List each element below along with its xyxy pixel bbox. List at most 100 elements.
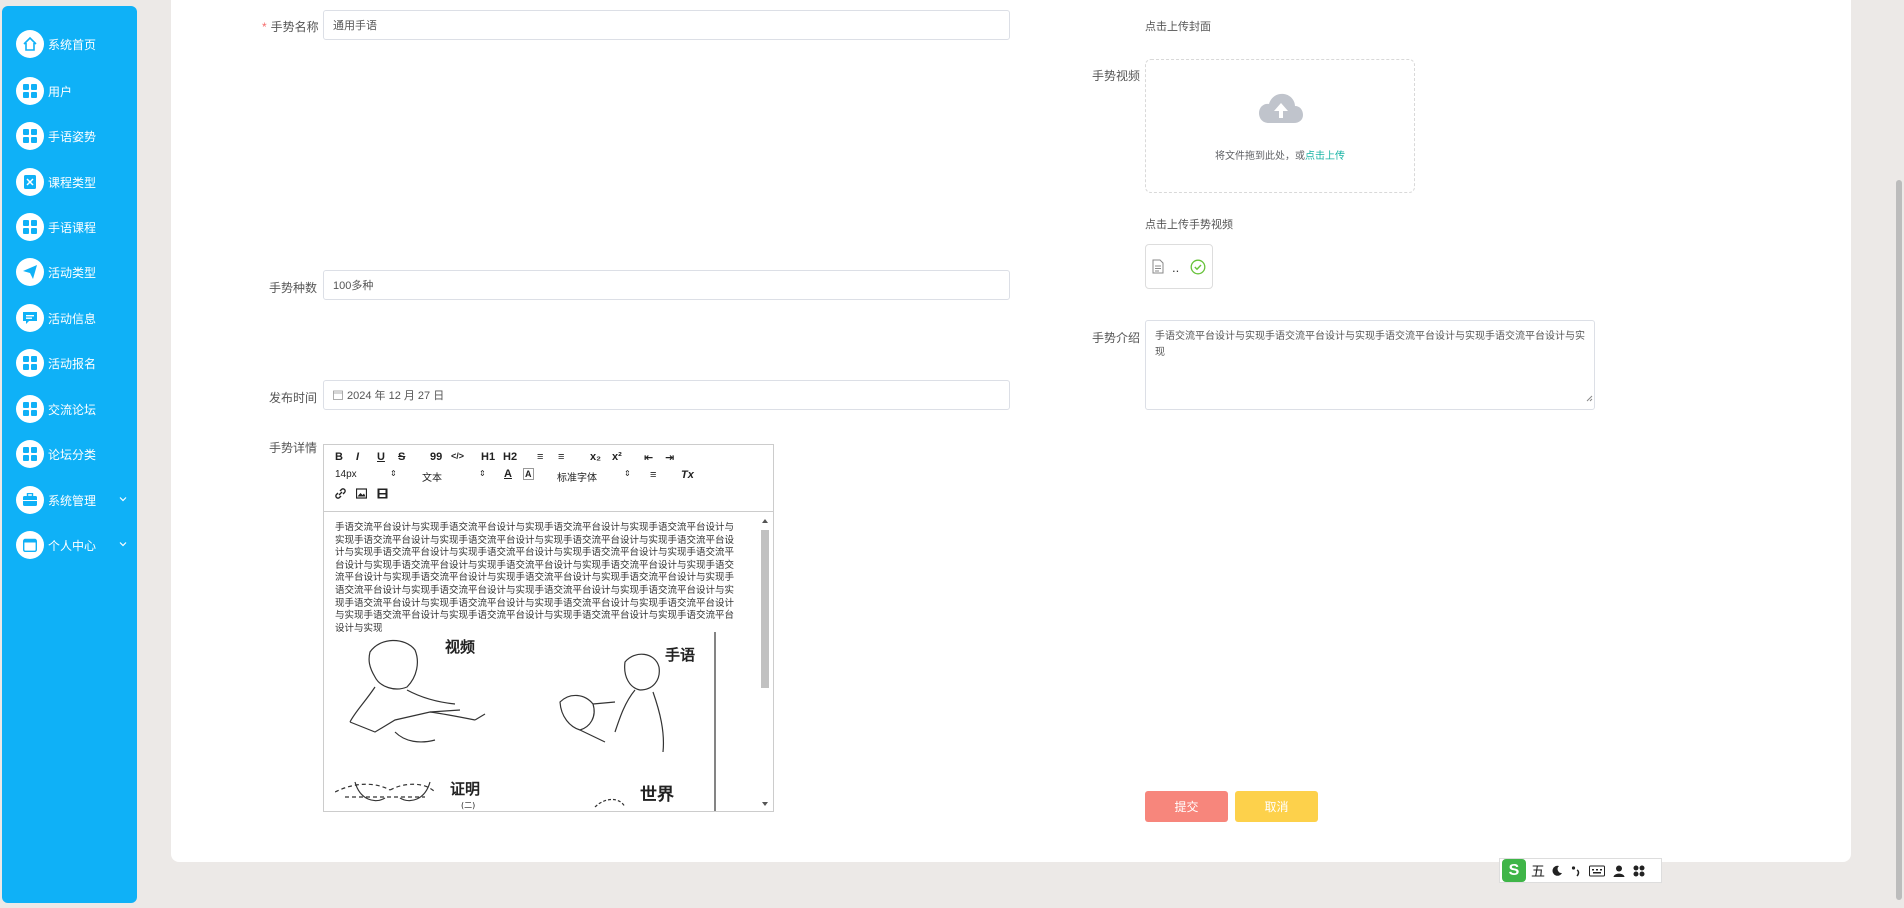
- background-color-icon[interactable]: A: [523, 468, 534, 480]
- code-button[interactable]: </>: [451, 451, 464, 461]
- quote-button[interactable]: 99: [430, 451, 442, 463]
- sidebar-item-activity-types[interactable]: 活动类型: [16, 256, 136, 288]
- h1-button[interactable]: H1: [481, 451, 495, 463]
- sidebar-item-system[interactable]: 系统管理: [16, 484, 136, 516]
- strike-button[interactable]: S: [398, 451, 405, 463]
- upload-instruction: 将文件拖到此处，或: [1215, 151, 1305, 162]
- subscript-button[interactable]: x₂: [590, 451, 601, 463]
- ime-mode-text[interactable]: 五: [1531, 861, 1545, 881]
- editor-scroll-thumb[interactable]: [761, 530, 769, 688]
- gesture-name-label: * 手势名称: [262, 20, 319, 34]
- sidebar-item-label: 论坛分类: [48, 447, 97, 462]
- sidebar-item-users[interactable]: 用户: [16, 75, 136, 107]
- bullet-list-button[interactable]: ≡: [558, 451, 564, 463]
- sign-language-illustration: 视频 手语 证明 (二) 世界: [334, 632, 735, 811]
- publish-date-label: 发布时间: [269, 391, 318, 405]
- h2-button[interactable]: H2: [503, 451, 517, 463]
- publish-date-value: 2024 年 12 月 27 日: [347, 390, 445, 402]
- underline-button[interactable]: U: [377, 451, 385, 463]
- grid-icon: [16, 77, 44, 105]
- image-icon[interactable]: [355, 488, 368, 502]
- uploaded-file-item[interactable]: ..: [1145, 244, 1213, 289]
- briefcase-icon: [16, 486, 44, 514]
- user-icon[interactable]: [1613, 865, 1625, 877]
- image-word-video: 视频: [445, 638, 475, 656]
- apps-icon[interactable]: [1633, 865, 1645, 877]
- font-color-icon[interactable]: A: [504, 468, 512, 480]
- sidebar-item-forum[interactable]: 交流论坛: [16, 393, 136, 425]
- publish-date-input[interactable]: 2024 年 12 月 27 日: [323, 380, 1010, 410]
- punctuation-icon[interactable]: [1571, 865, 1581, 877]
- font-size-select[interactable]: 14px: [335, 469, 357, 480]
- page-scrollbar[interactable]: [1894, 0, 1904, 908]
- sidebar: 系统首页 用户 手语姿势 课程类型 手语课程 活动类型 活动信息 活动报名 交流…: [2, 6, 137, 903]
- chevron-down-icon: [118, 538, 128, 552]
- sidebar-item-label: 系统管理: [48, 493, 97, 508]
- sidebar-item-courses[interactable]: 手语课程: [16, 211, 136, 243]
- editor-scrollbar[interactable]: [759, 516, 771, 809]
- image-word-two: (二): [461, 801, 475, 810]
- video-upload-zone[interactable]: 将文件拖到此处，或点击上传: [1145, 59, 1415, 193]
- sidebar-item-activity-info[interactable]: 活动信息: [16, 302, 136, 334]
- sidebar-item-label: 手语课程: [48, 220, 97, 235]
- italic-button[interactable]: I: [356, 451, 359, 463]
- upload-link[interactable]: 点击上传: [1305, 151, 1345, 162]
- superscript-button[interactable]: x²: [612, 451, 622, 463]
- rich-text-editor[interactable]: B I U S 99 </> H1 H2 ≡ ≡ x₂ x² ⇤ ⇥ 14px …: [323, 444, 774, 812]
- font-family-select[interactable]: 标准字体: [557, 469, 597, 484]
- sidebar-item-label: 个人中心: [48, 538, 97, 553]
- sidebar-item-home[interactable]: 系统首页: [16, 28, 136, 60]
- sidebar-item-course-types[interactable]: 课程类型: [16, 166, 136, 198]
- editor-text: 手语交流平台设计与实现手语交流平台设计与实现手语交流平台设计与实现手语交流平台设…: [335, 522, 735, 634]
- cancel-button[interactable]: 取消: [1235, 791, 1318, 822]
- editor-toolbar: B I U S 99 </> H1 H2 ≡ ≡ x₂ x² ⇤ ⇥ 14px …: [324, 445, 773, 512]
- indent-button[interactable]: ⇥: [665, 451, 674, 464]
- keyboard-icon[interactable]: [1589, 865, 1605, 877]
- image-word-world: 世界: [640, 785, 674, 805]
- sidebar-item-profile[interactable]: 个人中心: [16, 529, 136, 561]
- sidebar-item-label: 活动信息: [48, 311, 97, 326]
- font-size-arrow-icon: ⇕: [390, 469, 397, 478]
- ordered-list-button[interactable]: ≡: [537, 451, 543, 463]
- cover-upload-hint[interactable]: 点击上传封面: [1145, 18, 1211, 34]
- page-scroll-thumb[interactable]: [1896, 180, 1902, 900]
- submit-button[interactable]: 提交: [1145, 791, 1228, 822]
- grid-icon: [16, 395, 44, 423]
- send-icon: [16, 258, 44, 286]
- resize-handle-icon[interactable]: [1585, 392, 1593, 408]
- ime-toolbar[interactable]: S 五: [1499, 858, 1662, 883]
- bold-button[interactable]: B: [335, 451, 343, 463]
- home-icon: [16, 30, 44, 58]
- sidebar-item-forum-categories[interactable]: 论坛分类: [16, 438, 136, 470]
- sidebar-item-label: 手语姿势: [48, 129, 97, 144]
- clear-format-button[interactable]: Tx: [681, 469, 694, 481]
- moon-icon[interactable]: [1551, 865, 1563, 877]
- sidebar-item-label: 活动类型: [48, 265, 97, 280]
- link-icon[interactable]: [335, 488, 346, 502]
- text-type-arrow-icon: ⇕: [479, 469, 486, 478]
- sidebar-item-activity-signup[interactable]: 活动报名: [16, 347, 136, 379]
- message-icon: [16, 304, 44, 332]
- sidebar-item-label: 课程类型: [48, 175, 97, 190]
- editor-content[interactable]: 手语交流平台设计与实现手语交流平台设计与实现手语交流平台设计与实现手语交流平台设…: [324, 512, 773, 811]
- gesture-count-label: 手势种数: [269, 281, 318, 295]
- gesture-count-input[interactable]: 100多种: [323, 270, 1010, 300]
- grid-icon: [16, 349, 44, 377]
- video-upload-hint[interactable]: 点击上传手势视频: [1145, 216, 1233, 232]
- text-type-select[interactable]: 文本: [422, 469, 442, 484]
- chevron-down-icon: [118, 493, 128, 507]
- outdent-button[interactable]: ⇤: [644, 451, 653, 464]
- sidebar-item-label: 系统首页: [48, 37, 97, 52]
- excel-icon: [16, 168, 44, 196]
- align-button[interactable]: ≡: [650, 469, 656, 481]
- video-icon[interactable]: [377, 488, 388, 502]
- sidebar-item-label: 交流论坛: [48, 402, 97, 417]
- calendar-icon: [16, 531, 44, 559]
- gesture-intro-textarea[interactable]: 手语交流平台设计与实现手语交流平台设计与实现手语交流平台设计与实现手语交流平台设…: [1145, 320, 1595, 410]
- sogou-logo-icon: S: [1502, 859, 1526, 882]
- gesture-video-label: 手势视频: [1092, 69, 1141, 83]
- sidebar-item-gestures[interactable]: 手语姿势: [16, 120, 136, 152]
- grid-icon: [16, 440, 44, 468]
- sidebar-item-label: 活动报名: [48, 356, 97, 371]
- gesture-name-input[interactable]: 通用手语: [323, 10, 1010, 40]
